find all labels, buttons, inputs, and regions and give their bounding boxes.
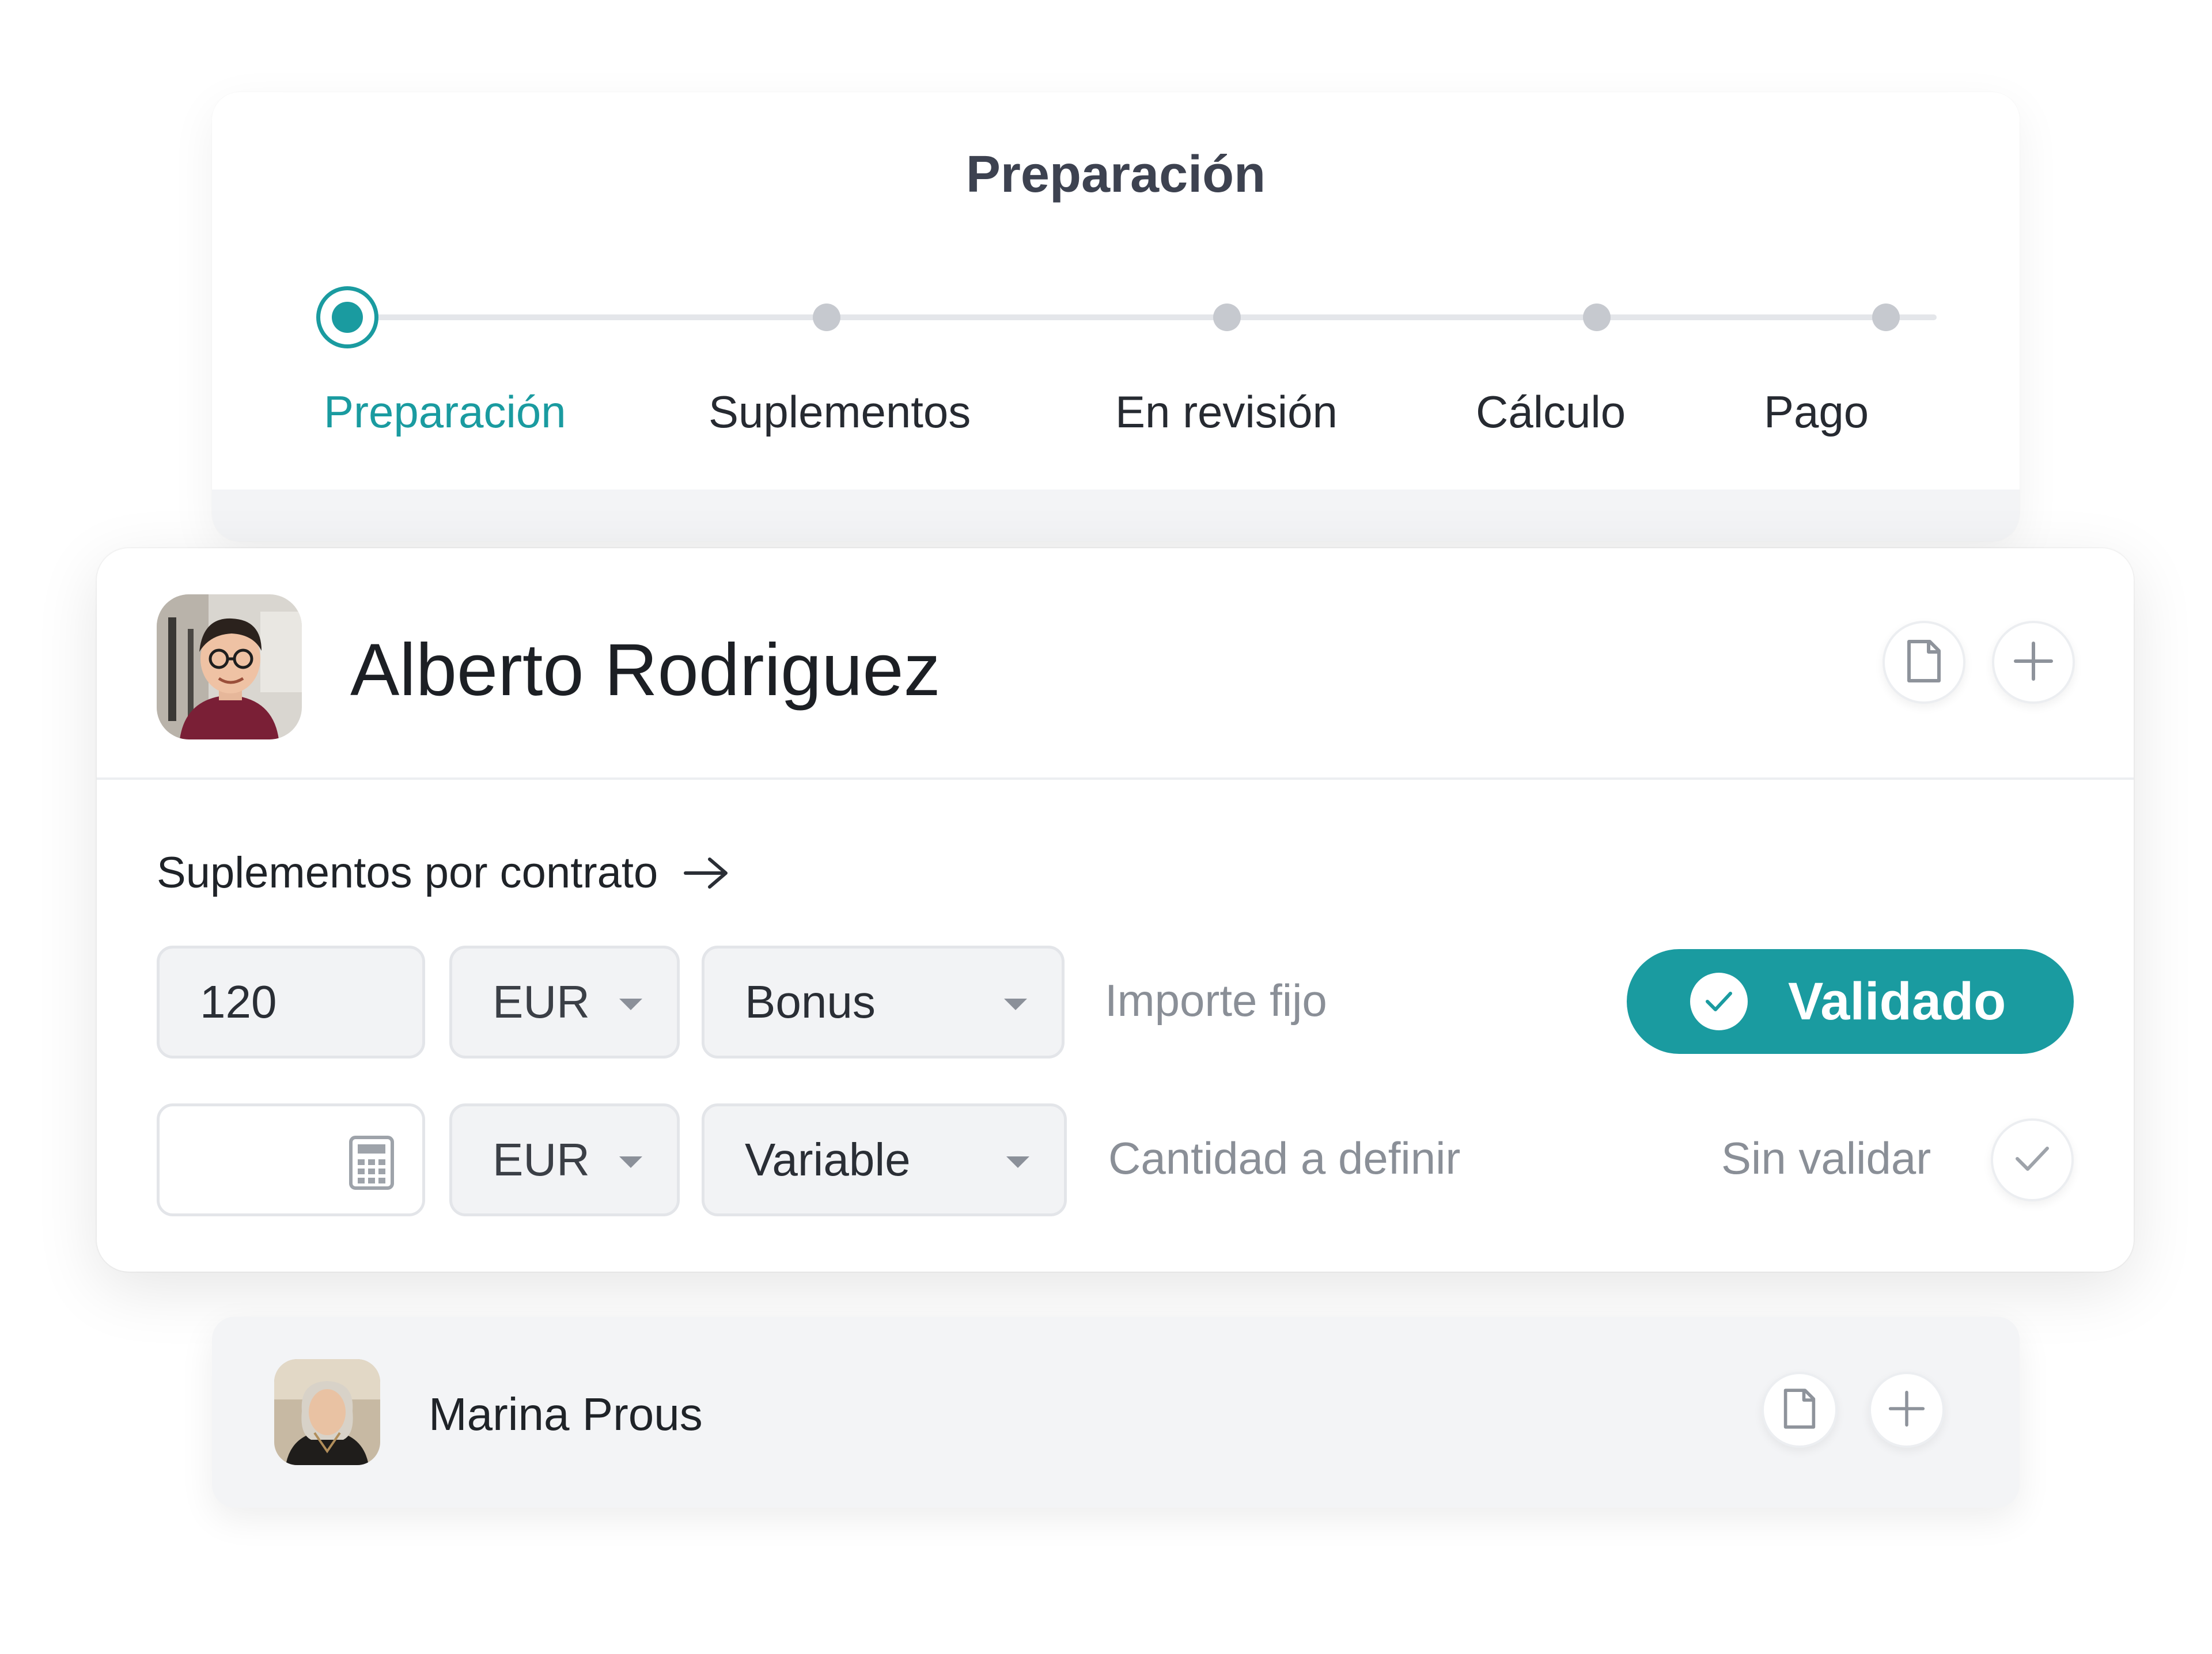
step-label-suplementos[interactable]: Suplementos: [709, 386, 971, 438]
plus-icon: [1888, 1390, 1925, 1430]
stepper-card: Preparación Preparación Suplementos En r…: [212, 92, 2020, 541]
chevron-down-icon: [1006, 1156, 1029, 1168]
chevron-down-icon: [619, 1156, 642, 1168]
employee-card: Alberto Rodriguez Suplementos por contra…: [97, 548, 2134, 1272]
step-label-pago[interactable]: Pago: [1764, 386, 1869, 438]
amount-input[interactable]: 120: [157, 946, 425, 1059]
employee-name: Alberto Rodriguez: [350, 629, 941, 711]
plus-icon: [2013, 641, 2054, 684]
chevron-down-icon: [1004, 999, 1027, 1010]
status-text: Sin validar: [1721, 1133, 1931, 1183]
employee-name: Marina Prous: [429, 1389, 703, 1440]
row-description: Cantidad a definir: [1108, 1133, 1461, 1183]
stepper-track: [347, 314, 1937, 320]
type-value: Bonus: [745, 976, 876, 1027]
step-label-calculo[interactable]: Cálculo: [1476, 386, 1626, 438]
check-icon: [2014, 1144, 2051, 1177]
avatar: [157, 594, 302, 739]
section-title-link[interactable]: Suplementos por contrato: [157, 848, 729, 898]
section-title-label: Suplementos por contrato: [157, 848, 658, 897]
type-select[interactable]: Bonus: [702, 946, 1065, 1059]
page-title: Preparación: [965, 146, 1266, 203]
type-value: Variable: [745, 1134, 911, 1185]
step-dot-calculo[interactable]: [1583, 304, 1611, 331]
employee-card-collapsed[interactable]: Marina Prous: [212, 1317, 2020, 1508]
validated-label: Validado: [1788, 972, 2006, 1031]
stepper-footer-strip: [212, 490, 2020, 541]
avatar: [274, 1359, 380, 1465]
step-dot-pago[interactable]: [1872, 304, 1900, 331]
add-button[interactable]: [1992, 621, 2075, 704]
document-button[interactable]: [1883, 621, 1965, 704]
row-description: Importe fijo: [1105, 975, 1327, 1026]
document-icon: [1906, 639, 1942, 686]
document-button[interactable]: [1762, 1372, 1838, 1448]
step-dot-suplementos[interactable]: [813, 304, 840, 331]
currency-value: EUR: [493, 976, 590, 1027]
calculator-icon[interactable]: [349, 1135, 395, 1201]
type-select[interactable]: Variable: [702, 1103, 1067, 1216]
chevron-down-icon: [619, 999, 642, 1010]
employee-card-header: Alberto Rodriguez: [97, 548, 2134, 780]
amount-value: 120: [200, 976, 277, 1027]
check-icon: [1690, 973, 1748, 1030]
currency-select[interactable]: EUR: [449, 1103, 680, 1216]
amount-input-empty[interactable]: [157, 1103, 425, 1216]
validated-button[interactable]: Validado: [1627, 949, 2074, 1054]
validate-button[interactable]: [1991, 1118, 2074, 1201]
arrow-right-icon: [683, 856, 729, 890]
currency-value: EUR: [493, 1134, 590, 1185]
app-stage: Preparación Preparación Suplementos En r…: [0, 0, 2212, 1654]
currency-select[interactable]: EUR: [449, 946, 680, 1059]
step-label-en-revision[interactable]: En revisión: [1115, 386, 1338, 438]
step-dot-preparacion[interactable]: [316, 286, 378, 348]
add-button[interactable]: [1869, 1372, 1945, 1448]
document-icon: [1782, 1388, 1817, 1432]
step-dot-en-revision[interactable]: [1213, 304, 1241, 331]
step-label-preparacion[interactable]: Preparación: [324, 386, 566, 438]
